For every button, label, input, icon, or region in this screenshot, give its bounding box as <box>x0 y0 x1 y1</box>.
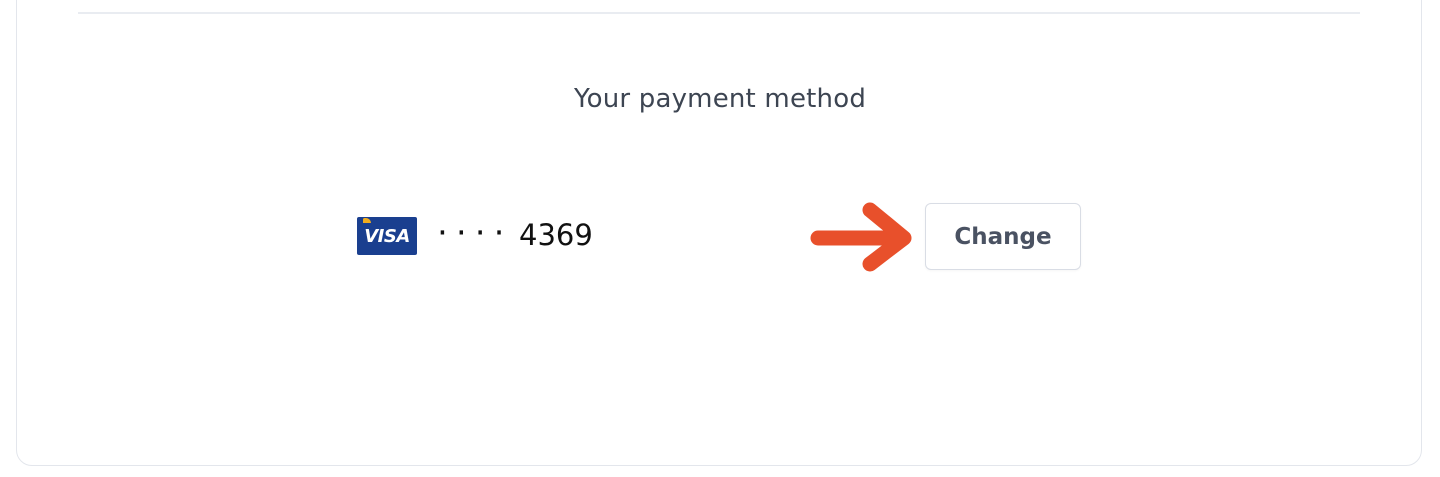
card-number-mask: ···· <box>434 216 510 249</box>
payment-method-title: Your payment method <box>573 84 867 114</box>
card-last-four-digits: 4369 <box>519 218 593 252</box>
visa-logo-icon: VISA <box>357 217 417 255</box>
section-divider <box>78 12 1360 14</box>
arrow-right-icon <box>810 202 912 272</box>
visa-accent-mark <box>363 218 371 223</box>
payment-method-card <box>16 0 1422 466</box>
card-brand-label: VISA <box>364 225 410 247</box>
change-payment-method-button[interactable]: Change <box>925 203 1081 270</box>
